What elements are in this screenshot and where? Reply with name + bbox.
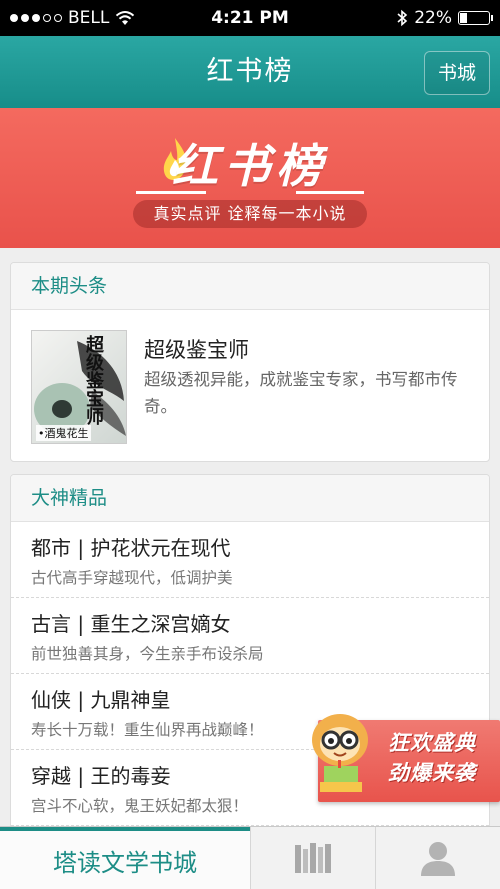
promo-line-1: 狂欢盛典 [388, 731, 476, 755]
banner-slogan: 真实点评 诠释每一本小说 [133, 200, 367, 228]
clock: 4:21 PM [211, 8, 289, 28]
bluetooth-icon [397, 9, 408, 27]
bookstore-button[interactable]: 书城 [424, 51, 490, 95]
book-list-title: 穿越 | 王的毒妾 [31, 764, 171, 788]
book-list-item[interactable]: 古言 | 重生之深宫嫡女 前世独善其身，今生亲手布设杀局 [11, 598, 489, 674]
headline-card: 本期头条 超级鉴宝师 •酒鬼花生 超级鉴宝师 超级透视异能，成就鉴宝专家，书写都… [10, 262, 490, 462]
status-bar: BELL 4:21 PM 22% [0, 0, 500, 36]
tab-profile[interactable] [375, 827, 500, 889]
book-list-subtitle: 宫斗不心软，鬼王妖妃都太狠！ [31, 797, 249, 815]
signal-strength-icon [10, 14, 62, 22]
featured-book[interactable]: 超级鉴宝师 •酒鬼花生 超级鉴宝师 超级透视异能，成就鉴宝专家，书写都市传奇。 [11, 310, 489, 460]
tab-bar: 塔读文学书城 [0, 826, 500, 889]
promo-line-2: 劲爆来袭 [388, 761, 476, 785]
banner[interactable]: 红书榜 真实点评 诠释每一本小说 [0, 108, 500, 248]
cover-title: 超级鉴宝师 [83, 335, 104, 425]
user-icon [421, 842, 455, 876]
carrier-label: BELL [68, 8, 110, 28]
mascot-icon [312, 714, 368, 792]
featured-book-description: 超级透视异能，成就鉴宝专家，书写都市传奇。 [144, 370, 458, 416]
featured-book-title[interactable]: 超级鉴宝师 [144, 334, 249, 364]
masters-header: 大神精品 [11, 475, 489, 522]
book-list-subtitle: 古代高手穿越现代，低调护美 [31, 569, 233, 587]
book-list-title: 都市 | 护花状元在现代 [31, 536, 231, 560]
book-list-title: 仙侠 | 九鼎神皇 [31, 688, 171, 712]
tab-bookstore[interactable]: 塔读文学书城 [0, 827, 250, 889]
headline-header: 本期头条 [11, 263, 489, 310]
promo-badge[interactable]: 狂欢盛典 劲爆来袭 [312, 714, 500, 802]
cover-author: •酒鬼花生 [36, 425, 91, 441]
tab-bookstore-label: 塔读文学书城 [53, 848, 197, 877]
battery-percent: 22% [414, 8, 452, 28]
book-list-subtitle: 寿长十万载！重生仙界再战巅峰！ [31, 721, 264, 739]
banner-underline-right [296, 191, 364, 194]
book-list-subtitle: 前世独善其身，今生亲手布设杀局 [31, 645, 264, 663]
book-list-title: 古言 | 重生之深宫嫡女 [31, 612, 231, 636]
book-cover[interactable]: 超级鉴宝师 •酒鬼花生 [31, 330, 127, 444]
bookshelf-icon [295, 843, 331, 873]
book-list-item[interactable]: 都市 | 护花状元在现代 古代高手穿越现代，低调护美 [11, 522, 489, 598]
tab-bookshelf[interactable] [250, 827, 375, 889]
nav-bar: 红书榜 书城 [0, 36, 500, 108]
banner-underline-left [136, 191, 206, 194]
banner-logo: 红书榜 [172, 139, 328, 193]
wifi-icon [116, 11, 135, 25]
battery-icon [458, 11, 493, 25]
